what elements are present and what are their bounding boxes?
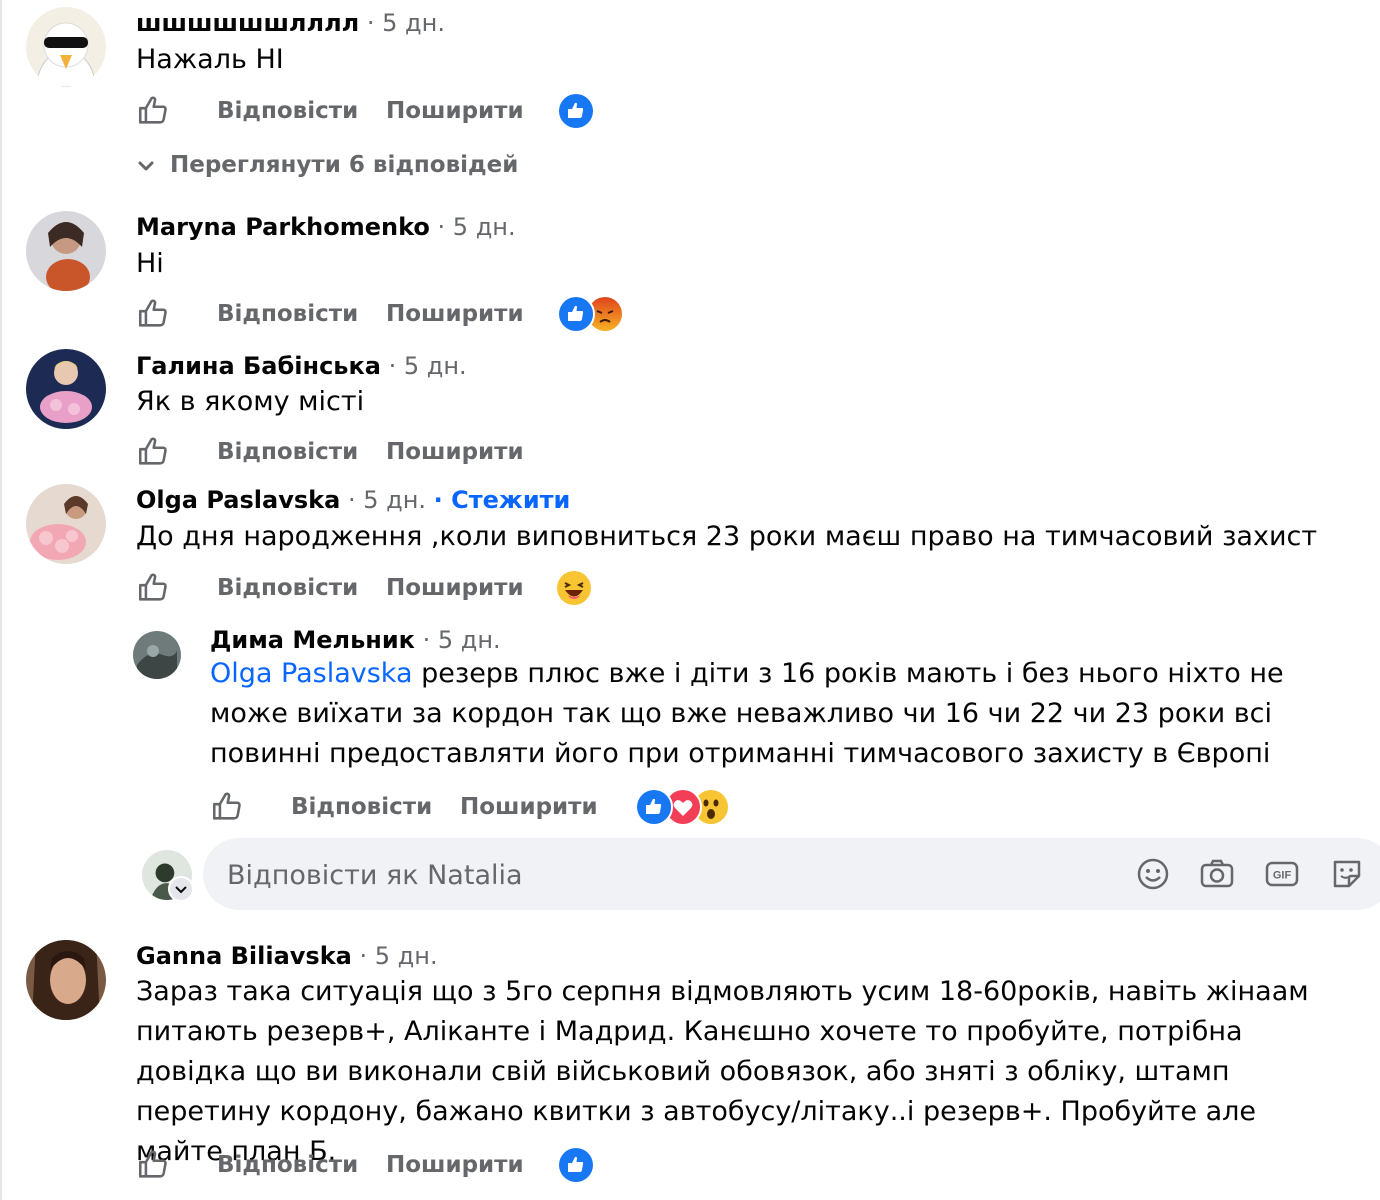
reply-button[interactable]: Відповісти xyxy=(217,98,358,124)
share-button[interactable]: Поширити xyxy=(386,439,524,465)
share-button[interactable]: Поширити xyxy=(386,301,524,327)
comment-actions: Відповісти Поширити xyxy=(136,92,616,134)
reply-button[interactable]: Відповісти xyxy=(217,1152,358,1178)
timestamp[interactable]: · 5 дн. xyxy=(389,352,467,380)
reply-composer: GIF xyxy=(203,838,1380,910)
comment-actions: Відповісти Поширити xyxy=(136,1146,616,1188)
avatar[interactable] xyxy=(26,7,106,87)
author-name[interactable]: Ganna Biliavska xyxy=(136,942,352,970)
mention-link[interactable]: Olga Paslavska xyxy=(210,658,413,689)
share-button[interactable]: Поширити xyxy=(386,98,524,124)
author-name[interactable]: Olga Paslavska xyxy=(136,486,340,514)
reply-button[interactable]: Відповісти xyxy=(217,301,358,327)
share-button[interactable]: Поширити xyxy=(386,1152,524,1178)
camera-icon[interactable] xyxy=(1199,856,1235,892)
share-button[interactable]: Поширити xyxy=(386,575,524,601)
timestamp[interactable]: · 5 дн. xyxy=(360,942,438,970)
avatar[interactable] xyxy=(133,631,181,679)
timestamp[interactable]: · 5 дн. xyxy=(367,9,445,37)
timestamp[interactable]: · 5 дн. xyxy=(438,213,516,241)
comment-text: Як в якому місті xyxy=(136,386,365,417)
comment-header: Olga Paslavska · 5 дн. · Стежити xyxy=(136,485,570,515)
like-reaction-icon[interactable] xyxy=(557,1146,595,1184)
like-icon[interactable] xyxy=(136,1148,170,1182)
author-name[interactable]: Галина Бабінська xyxy=(136,352,381,380)
comment-header: шшшшшшлллл · 5 дн. xyxy=(136,8,445,38)
reply-input[interactable] xyxy=(225,852,1089,898)
comment-actions: Відповісти Поширити xyxy=(210,788,750,830)
avatar[interactable] xyxy=(26,211,106,291)
comment-actions: Відповісти Поширити xyxy=(136,569,616,611)
comment-header: Дима Мельник · 5 дн. xyxy=(210,625,501,655)
comment-header: Ganna Biliavska · 5 дн. xyxy=(136,941,438,971)
author-name[interactable]: Maryna Parkhomenko xyxy=(136,213,430,241)
like-icon[interactable] xyxy=(210,790,244,824)
haha-reaction-icon[interactable] xyxy=(555,569,593,607)
follow-button[interactable]: · Стежити xyxy=(434,486,571,514)
like-reaction-icon[interactable] xyxy=(635,788,673,826)
avatar[interactable] xyxy=(26,484,106,564)
comment-text: Нажаль НІ xyxy=(136,44,284,75)
like-icon[interactable] xyxy=(136,571,170,605)
reply-button[interactable]: Відповісти xyxy=(291,794,432,820)
view-replies-link[interactable]: Переглянути 6 відповідей xyxy=(136,152,518,184)
account-switch-button[interactable] xyxy=(168,876,194,902)
comment-text: Ні xyxy=(136,248,164,279)
sticker-icon[interactable] xyxy=(1329,856,1365,892)
share-button[interactable]: Поширити xyxy=(460,794,598,820)
reply-button[interactable]: Відповісти xyxy=(217,575,358,601)
like-reaction-icon[interactable] xyxy=(557,295,595,333)
avatar[interactable] xyxy=(26,940,106,1020)
author-name[interactable]: Дима Мельник xyxy=(210,626,415,654)
author-name[interactable]: шшшшшшлллл xyxy=(136,9,359,37)
comment-text: Зараз така ситуація що з 5го серпня відм… xyxy=(136,976,1309,1167)
like-icon[interactable] xyxy=(136,435,170,469)
comment-actions: Відповісти Поширити xyxy=(136,435,616,475)
avatar[interactable] xyxy=(26,349,106,429)
like-icon[interactable] xyxy=(136,94,170,128)
comment-actions: Відповісти Поширити xyxy=(136,295,636,337)
timestamp[interactable]: · 5 дн. xyxy=(348,486,426,514)
comment-text: Olga Paslavska резерв плюс вже і діти з … xyxy=(210,654,1290,774)
chevron-down-icon xyxy=(175,886,187,894)
comment-text: До дня народження ,коли виповниться 23 р… xyxy=(136,521,1318,552)
chevron-down-icon xyxy=(138,161,154,170)
reply-button[interactable]: Відповісти xyxy=(217,439,358,465)
gif-icon[interactable]: GIF xyxy=(1264,856,1300,892)
current-user-avatar[interactable] xyxy=(142,850,194,902)
svg-text:GIF: GIF xyxy=(1273,870,1292,882)
like-reaction-icon[interactable] xyxy=(557,92,595,130)
comment-header: Maryna Parkhomenko · 5 дн. xyxy=(136,212,516,242)
timestamp[interactable]: · 5 дн. xyxy=(423,626,501,654)
emoji-icon[interactable] xyxy=(1135,856,1171,892)
left-border xyxy=(0,0,2,1200)
comment-header: Галина Бабінська · 5 дн. xyxy=(136,351,467,381)
like-icon[interactable] xyxy=(136,297,170,331)
view-replies-label: Переглянути 6 відповідей xyxy=(170,152,519,178)
